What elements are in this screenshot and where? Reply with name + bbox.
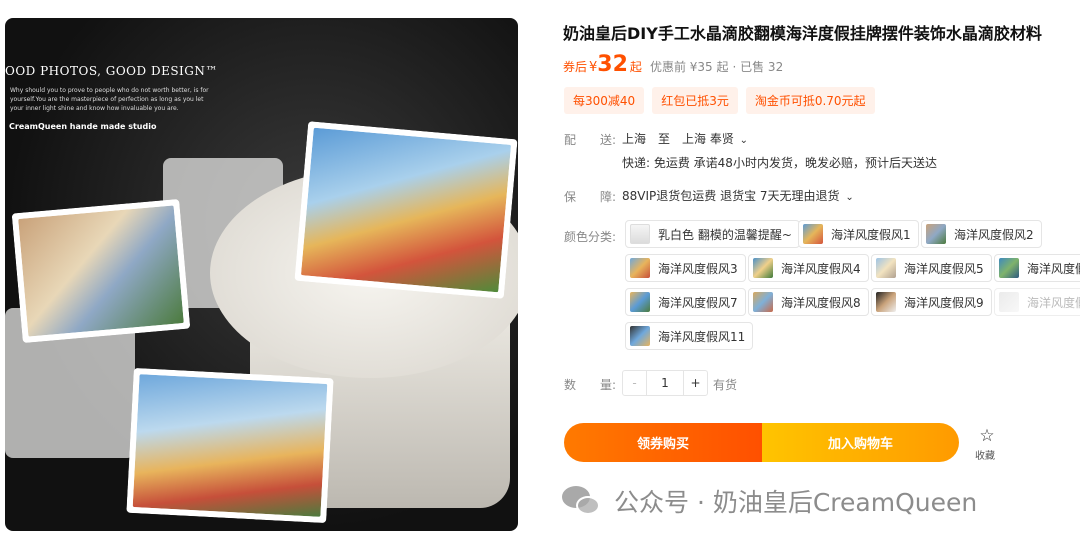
color-option[interactable]: 海洋风度假风8 [748,288,869,316]
price-value: 32 [597,52,628,77]
guarantee-label: 保 障: [564,190,617,204]
color-label: 颜色分类: [564,230,617,244]
color-option[interactable]: 海洋风度假风4 [748,254,869,282]
product-main-image[interactable]: OOD PHOTOS, GOOD DESIGN™ Why should you … [5,18,518,531]
watermark: 公众号 · 奶油皇后CreamQueen [562,483,977,519]
sold-count: · 已售 32 [732,60,784,74]
color-option[interactable]: 海洋风度假风2 [921,220,1042,248]
wechat-icon [562,486,602,516]
color-option-thumbnail [999,258,1019,278]
add-to-cart-button[interactable]: 加入购物车 [762,423,959,462]
chevron-down-icon: ⌄ [845,192,854,203]
color-option-label: 海洋风度假风4 [781,261,861,276]
color-option[interactable]: 海洋风度假风7 [625,288,746,316]
quantity-input[interactable]: 1 [647,371,683,395]
color-option-thumbnail [999,292,1019,312]
guarantee-info[interactable]: 88VIP退货包运费 退货宝 7天无理由退货 ⌄ [622,187,854,204]
color-option-thumbnail [876,258,896,278]
stock-status: 有货 [713,378,738,392]
color-option-label: 海洋风度假风11 [658,329,746,344]
color-option-thumbnail [630,326,650,346]
shipping-route[interactable]: 上海 至 上海 奉贤 ⌄ [622,130,748,147]
price-label: 券后 [563,60,588,74]
guarantee-text: 88VIP退货包运费 退货宝 7天无理由退货 [622,189,840,203]
color-option-thumbnail [803,224,823,244]
color-option[interactable]: 海洋风度假 [994,254,1080,282]
color-option-label: 海洋风度假风2 [954,227,1034,242]
color-option-label: 海洋风度假风7 [658,295,738,310]
chevron-down-icon: ⌄ [739,135,749,146]
buy-with-coupon-button[interactable]: 领券购买 [564,423,762,462]
product-title: 奶油皇后DIY手工水晶滴胶翻模海洋度假挂牌摆件装饰水晶滴胶材料 [563,24,1042,43]
quantity-decrease-button[interactable]: - [623,371,647,395]
color-option-label: 海洋风度假风5 [904,261,984,276]
color-option-label: 海洋风度假 [1027,295,1080,310]
favorite-button[interactable]: ☆ 收藏 [974,426,1000,463]
price-row: 券后 ¥ 32 起 优惠前 ¥35 起 · 已售 32 [563,52,783,77]
color-option-label: 乳白色 翻模的温馨提醒~ [658,227,792,242]
quantity-label: 数 量: [564,378,617,392]
color-option-label: 海洋风度假风9 [904,295,984,310]
image-small-text: Why should you to prove to people who do… [10,87,209,112]
color-option-label: 海洋风度假风1 [831,227,911,242]
image-studio-text: CreamQueen hande made studio [9,122,157,131]
color-option-label: 海洋风度假风3 [658,261,738,276]
coupon-list: 每300减40 红包已抵3元 淘金币可抵0.70元起 [564,87,875,114]
shipping-route-text: 上海 至 上海 奉贤 [622,132,734,146]
quantity-stepper: - 1 + [622,370,708,396]
quantity-increase-button[interactable]: + [683,371,707,395]
price-suffix: 起 [629,60,642,74]
color-option[interactable]: 海洋风度假风1 [798,220,919,248]
color-option[interactable]: 海洋风度假风5 [871,254,992,282]
original-price: 优惠前 ¥35 起 [649,60,729,74]
color-option[interactable]: 海洋风度假风3 [625,254,746,282]
color-option-thumbnail [630,258,650,278]
stamp-ornament-2 [294,121,518,299]
color-option-thumbnail [630,292,650,312]
color-option[interactable]: 海洋风度假风11 [625,322,754,350]
coupon-tag[interactable]: 淘金币可抵0.70元起 [745,87,875,114]
stamp-ornament-1 [11,198,191,344]
color-option-thumbnail [926,224,946,244]
color-option-label: 海洋风度假风8 [781,295,861,310]
color-option-thumbnail [753,292,773,312]
color-option-thumbnail [630,224,650,244]
shipping-detail: 快递: 免运费 承诺48小时内发货，晚发必赔，预计后天送达 [622,156,937,170]
stamp-ornament-3 [126,367,334,524]
color-option[interactable]: 海洋风度假风9 [871,288,992,316]
color-option-disabled: 海洋风度假 [994,288,1080,316]
watermark-text: 公众号 · 奶油皇后CreamQueen [614,488,978,517]
color-option[interactable]: 乳白色 翻模的温馨提醒~ [625,220,800,248]
image-slogan: OOD PHOTOS, GOOD DESIGN™ [5,64,218,78]
star-outline-icon: ☆ [979,426,995,446]
color-option-label: 海洋风度假 [1027,261,1080,276]
color-option-thumbnail [753,258,773,278]
coupon-tag[interactable]: 每300减40 [564,87,645,114]
price-currency: ¥ [589,60,598,75]
color-option-thumbnail [876,292,896,312]
shipping-label: 配 送: [564,133,617,147]
favorite-label: 收藏 [975,451,995,462]
coupon-tag[interactable]: 红包已抵3元 [652,87,738,114]
